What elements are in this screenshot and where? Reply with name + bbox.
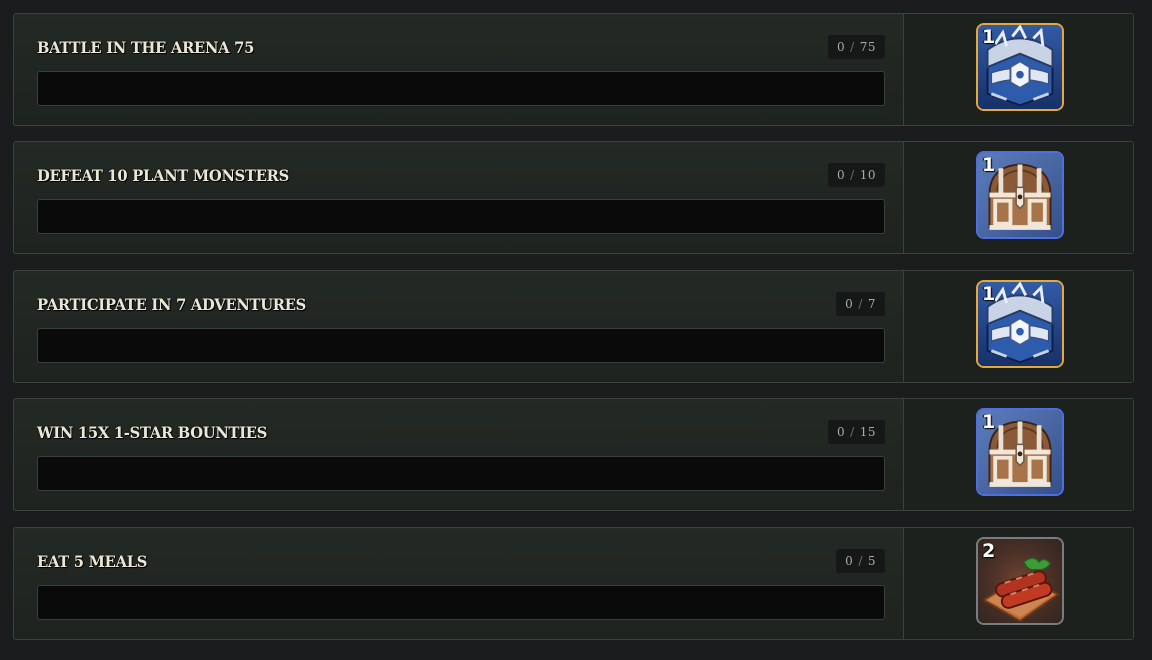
- counter-target: 10: [859, 168, 876, 182]
- reward-quantity: 2: [982, 540, 996, 562]
- quest-main: PARTICIPATE IN 7 ADVENTURES 0 / 7: [14, 271, 903, 382]
- quest-row: WIN 15X 1-STAR BOUNTIES 0 / 15 1: [13, 398, 1134, 511]
- quest-counter: 0 / 75: [828, 35, 885, 59]
- counter-current: 0: [837, 425, 846, 439]
- quest-counter: 0 / 15: [828, 420, 885, 444]
- quest-title: EAT 5 MEALS: [37, 552, 148, 571]
- counter-separator: /: [858, 297, 863, 311]
- quest-main: EAT 5 MEALS 0 / 5: [14, 528, 903, 639]
- reward-quantity: 1: [982, 283, 996, 305]
- quest-main: BATTLE IN THE ARENA 75 0 / 75: [14, 14, 903, 125]
- counter-current: 0: [837, 40, 846, 54]
- counter-target: 7: [867, 297, 876, 311]
- reward-panel: 1: [903, 142, 1133, 253]
- progress-bar: [37, 456, 885, 491]
- reward-panel: 1: [903, 14, 1133, 125]
- quest-counter: 0 / 7: [836, 292, 885, 316]
- quest-counter: 0 / 5: [836, 549, 885, 573]
- reward-slot[interactable]: 2: [976, 537, 1064, 625]
- quest-row: BATTLE IN THE ARENA 75 0 / 75 1: [13, 13, 1134, 126]
- reward-panel: 1: [903, 399, 1133, 510]
- reward-quantity: 1: [982, 154, 996, 176]
- reward-slot[interactable]: 1: [976, 280, 1064, 368]
- counter-target: 5: [867, 554, 876, 568]
- counter-separator: /: [850, 168, 855, 182]
- counter-current: 0: [845, 554, 854, 568]
- reward-quantity: 1: [982, 411, 996, 433]
- counter-current: 0: [845, 297, 854, 311]
- counter-separator: /: [858, 554, 863, 568]
- quest-main: DEFEAT 10 PLANT MONSTERS 0 / 10: [14, 142, 903, 253]
- progress-bar: [37, 199, 885, 234]
- quest-title: BATTLE IN THE ARENA 75: [37, 38, 255, 57]
- reward-panel: 2: [903, 528, 1133, 639]
- quest-title: PARTICIPATE IN 7 ADVENTURES: [37, 295, 307, 314]
- reward-quantity: 1: [982, 26, 996, 48]
- quest-title: WIN 15X 1-STAR BOUNTIES: [37, 423, 268, 442]
- progress-bar: [37, 328, 885, 363]
- progress-bar: [37, 71, 885, 106]
- quest-row: PARTICIPATE IN 7 ADVENTURES 0 / 7 1: [13, 270, 1134, 383]
- quest-main: WIN 15X 1-STAR BOUNTIES 0 / 15: [14, 399, 903, 510]
- reward-panel: 1: [903, 271, 1133, 382]
- counter-current: 0: [837, 168, 846, 182]
- quest-row: EAT 5 MEALS 0 / 5 2: [13, 527, 1134, 640]
- reward-slot[interactable]: 1: [976, 23, 1064, 111]
- counter-target: 75: [859, 40, 876, 54]
- quest-row: DEFEAT 10 PLANT MONSTERS 0 / 10 1: [13, 141, 1134, 254]
- counter-separator: /: [850, 425, 855, 439]
- reward-slot[interactable]: 1: [976, 408, 1064, 496]
- progress-bar: [37, 585, 885, 620]
- counter-separator: /: [850, 40, 855, 54]
- quest-title: DEFEAT 10 PLANT MONSTERS: [37, 166, 289, 185]
- reward-slot[interactable]: 1: [976, 151, 1064, 239]
- quest-counter: 0 / 10: [828, 163, 885, 187]
- counter-target: 15: [859, 425, 876, 439]
